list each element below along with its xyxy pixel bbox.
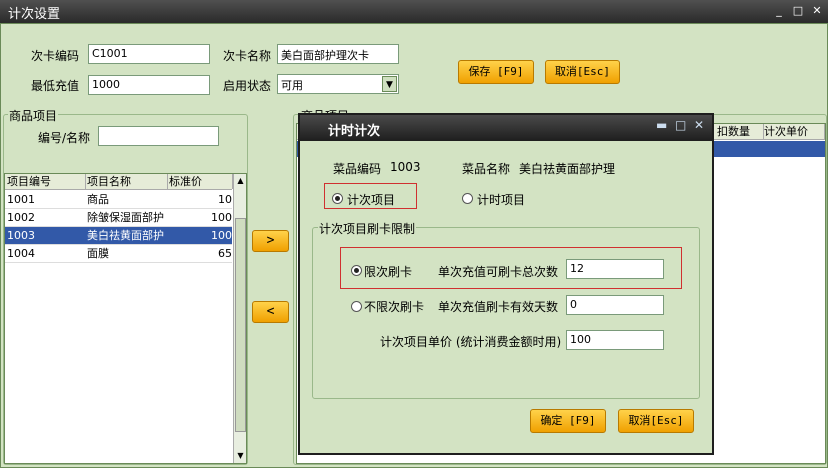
dialog-titlebar: 计时计次 ▬ □ ✕: [300, 115, 712, 141]
item-code-value: 1003: [390, 160, 421, 174]
item-code-label: 菜品编码: [333, 162, 382, 176]
status-value: 可用: [281, 79, 303, 92]
table-row-selected[interactable]: 1003 美白祛黄面部护 100: [5, 227, 232, 245]
add-item-button[interactable]: >: [252, 230, 289, 252]
unit-price-label: 计次项目单价 (统计消费金额时用): [380, 335, 562, 349]
ok-button[interactable]: 确定 [F9]: [530, 409, 606, 433]
count-item-label[interactable]: 计次项目: [347, 191, 395, 208]
count-item-radio[interactable]: [332, 193, 343, 204]
row-price: 65: [218, 247, 232, 260]
limited-swipe-radio[interactable]: [351, 265, 362, 276]
goods-table: 项目编号 项目名称 标准价 1001 商品 10 1002 除皱保湿面部护 10…: [4, 173, 247, 464]
column-header[interactable]: 计次单价: [762, 124, 825, 139]
cancel-button[interactable]: 取消[Esc]: [545, 60, 620, 84]
row-code: 1001: [7, 193, 35, 206]
status-label: 启用状态: [223, 79, 272, 93]
scroll-down-icon[interactable]: ▼: [235, 450, 246, 461]
scroll-up-icon[interactable]: ▲: [235, 175, 246, 186]
item-name-label: 菜品名称: [462, 162, 511, 176]
remove-item-button[interactable]: <: [252, 301, 289, 323]
dialog-close-icon[interactable]: ✕: [694, 118, 704, 132]
column-header[interactable]: 扣数量: [715, 124, 764, 139]
dialog-cancel-button[interactable]: 取消[Esc]: [618, 409, 694, 433]
column-header[interactable]: 项目编号: [5, 174, 86, 189]
card-name-input[interactable]: 美白面部护理次卡: [277, 44, 399, 64]
scrollbar-thumb[interactable]: [235, 218, 246, 432]
max-times-label: 单次充值可刷卡总次数: [438, 265, 559, 279]
card-name-label: 次卡名称: [223, 49, 272, 63]
goods-panel-title: 商品项目: [8, 107, 59, 124]
row-name: 除皱保湿面部护: [87, 211, 164, 224]
row-name: 美白祛黄面部护: [87, 229, 164, 242]
dialog-minimize-icon[interactable]: ▬: [656, 118, 667, 132]
row-code: 1004: [7, 247, 35, 260]
item-name-value: 美白祛黄面部护理: [519, 162, 616, 176]
row-code: 1002: [7, 211, 35, 224]
row-name: 商品: [87, 193, 109, 206]
column-header[interactable]: 标准价: [167, 174, 233, 189]
limited-swipe-label[interactable]: 限次刷卡: [364, 263, 412, 280]
unit-price-input[interactable]: 100: [566, 330, 664, 350]
table-row[interactable]: 1001 商品 10: [5, 191, 232, 209]
table-row[interactable]: 1002 除皱保湿面部护 100: [5, 209, 232, 227]
dialog-maximize-icon[interactable]: □: [675, 118, 686, 132]
timing-dialog: 计时计次 ▬ □ ✕ 菜品编码 1003 菜品名称 美白祛黄面部护理 计次项目 …: [298, 113, 714, 455]
row-price: 100: [211, 211, 232, 224]
goods-panel: 商品项目 编号/名称 项目编号 项目名称 标准价 1001 商品 10 1002…: [3, 107, 248, 465]
min-recharge-input[interactable]: 1000: [88, 75, 210, 95]
goods-table-header: 项目编号 项目名称 标准价: [5, 174, 233, 190]
swipe-limit-group-title: 计次项目刷卡限制: [318, 220, 417, 237]
unlimited-swipe-radio[interactable]: [351, 301, 362, 312]
card-code-label: 次卡编码: [31, 49, 80, 63]
row-code: 1003: [7, 229, 35, 242]
search-label: 编号/名称: [38, 131, 91, 145]
row-price: 100: [211, 229, 232, 242]
min-recharge-label: 最低充值: [31, 79, 80, 93]
unlimited-swipe-label[interactable]: 不限次刷卡: [364, 298, 424, 315]
chevron-down-icon[interactable]: ▼: [382, 76, 397, 92]
dialog-title: 计时计次: [328, 124, 381, 139]
valid-days-input[interactable]: 0: [566, 295, 664, 315]
close-icon[interactable]: ✕: [809, 4, 825, 18]
status-select[interactable]: 可用 ▼: [277, 74, 399, 94]
save-button[interactable]: 保存 [F9]: [458, 60, 534, 84]
table-row[interactable]: 1004 面膜 65: [5, 245, 232, 263]
window-title: 计次设置: [8, 7, 61, 22]
minimize-icon[interactable]: _: [771, 4, 787, 18]
row-price: 10: [218, 193, 232, 206]
card-code-input[interactable]: C1001: [88, 44, 210, 64]
max-times-input[interactable]: 12: [566, 259, 664, 279]
search-input[interactable]: [98, 126, 219, 146]
time-item-radio[interactable]: [462, 193, 473, 204]
time-item-label[interactable]: 计时项目: [477, 191, 525, 208]
window-titlebar: 计次设置 _ □ ✕: [0, 0, 828, 23]
row-name: 面膜: [87, 247, 109, 260]
valid-days-label: 单次充值刷卡有效天数: [438, 300, 559, 314]
maximize-icon[interactable]: □: [790, 4, 806, 18]
column-header[interactable]: 项目名称: [85, 174, 168, 189]
vertical-scrollbar[interactable]: ▲ ▼: [233, 174, 246, 463]
